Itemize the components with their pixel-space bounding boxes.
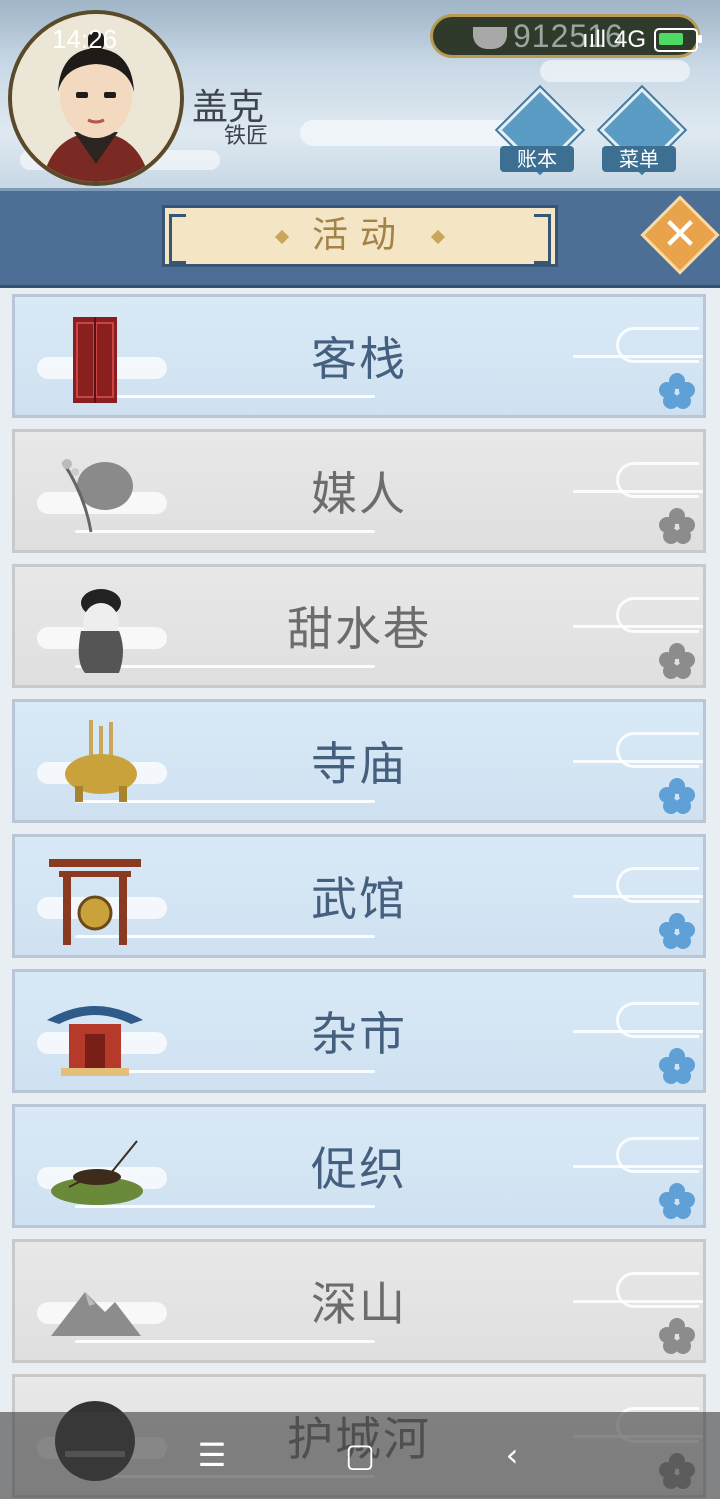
- plum-blossom-icon: [659, 1048, 695, 1084]
- plum-blossom-icon: [659, 508, 695, 544]
- battery-icon: [654, 28, 702, 52]
- page-title: 活动: [311, 215, 408, 256]
- banner-plaque: 活动: [162, 205, 558, 267]
- location-item-inn[interactable]: 客栈: [12, 294, 706, 418]
- status-bar: 14:26 ııll 4G: [0, 0, 720, 80]
- ledger-button-label: 账本: [500, 146, 574, 172]
- location-item-cricket[interactable]: 促织: [12, 1104, 706, 1228]
- status-time: 14:26: [52, 24, 118, 54]
- activity-banner: 活动 ✕: [0, 188, 720, 288]
- close-icon[interactable]: ✕: [652, 207, 708, 263]
- system-nav-bar: ☰ ▢ ‹: [0, 1412, 720, 1499]
- menu-lines-icon[interactable]: ☰: [182, 1436, 242, 1474]
- menu-button-label: 菜单: [602, 146, 676, 172]
- plum-blossom-icon: [659, 1183, 695, 1219]
- plum-blossom-icon: [659, 643, 695, 679]
- location-item-temple[interactable]: 寺庙: [12, 699, 706, 823]
- location-label: 深山: [311, 1277, 407, 1331]
- location-label: 促织: [311, 1142, 407, 1196]
- player-title: 铁匠: [224, 124, 269, 149]
- system-icons: ııll 4G: [581, 26, 702, 54]
- plum-blossom-icon: [659, 778, 695, 814]
- plum-blossom-icon: [659, 1318, 695, 1354]
- location-label: 甜水巷: [287, 602, 431, 656]
- home-square-icon[interactable]: ▢: [330, 1436, 390, 1474]
- menu-button[interactable]: 菜单: [599, 87, 685, 173]
- location-label: 客栈: [311, 332, 407, 386]
- location-item-market[interactable]: 杂市: [12, 969, 706, 1093]
- signal-icon: ııll: [581, 26, 606, 53]
- location-label: 武馆: [311, 872, 407, 926]
- ledger-button[interactable]: 账本: [497, 87, 583, 173]
- location-label: 寺庙: [311, 737, 407, 791]
- network-type: 4G: [613, 26, 646, 53]
- plum-blossom-icon: [659, 373, 695, 409]
- location-item-sweetwater-lane[interactable]: 甜水巷: [12, 564, 706, 688]
- location-item-matchmaker[interactable]: 媒人: [12, 429, 706, 553]
- location-item-martial-hall[interactable]: 武馆: [12, 834, 706, 958]
- location-label: 媒人: [311, 467, 407, 521]
- location-item-deep-mountain[interactable]: 深山: [12, 1239, 706, 1363]
- location-label: 杂市: [311, 1007, 407, 1061]
- back-chevron-icon[interactable]: ‹: [482, 1436, 542, 1474]
- plum-blossom-icon: [659, 913, 695, 949]
